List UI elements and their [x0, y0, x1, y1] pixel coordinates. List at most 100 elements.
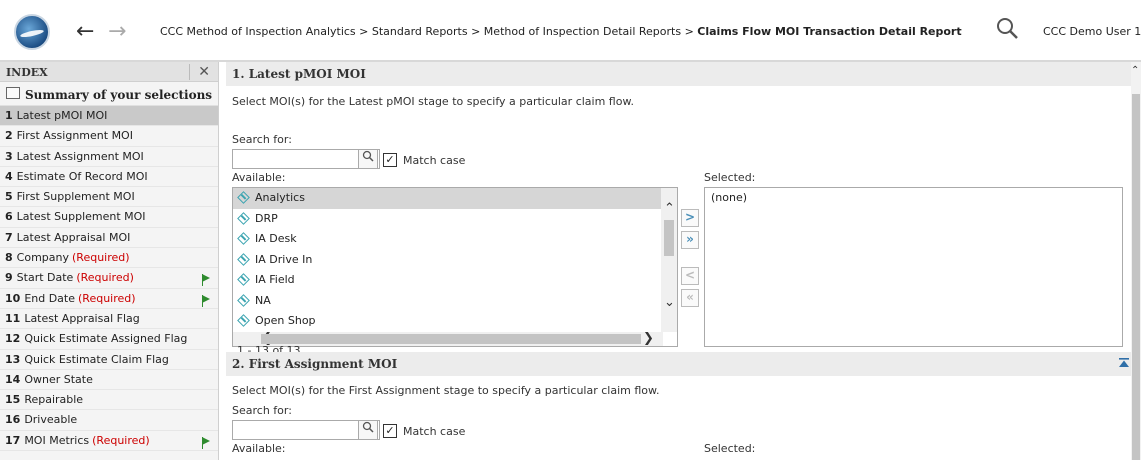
index-item[interactable]: 3 Latest Assignment MOI: [0, 147, 218, 167]
diamond-icon: [237, 293, 250, 307]
match-case-checkbox[interactable]: ✓: [383, 153, 397, 167]
match-case-checkbox-2[interactable]: ✓: [383, 424, 397, 438]
available-option[interactable]: DRP: [233, 209, 663, 230]
index-item-label: Owner State: [24, 372, 93, 386]
index-item[interactable]: 6 Latest Supplement MOI: [0, 207, 218, 228]
available-option-label: NA: [255, 293, 271, 307]
remove-all-button[interactable]: «: [681, 289, 699, 307]
arrow-right-icon[interactable]: →: [108, 19, 126, 44]
summary-link[interactable]: Summary of your selections: [0, 82, 218, 106]
index-item-label: Estimate Of Record MOI: [16, 169, 148, 183]
index-item[interactable]: 11 Latest Appraisal Flag: [0, 309, 218, 330]
scroll-thumb[interactable]: [664, 220, 674, 256]
index-item-number: 6: [5, 210, 13, 224]
search-label-2: Search for:: [232, 404, 292, 417]
close-icon[interactable]: ✕: [189, 64, 210, 80]
section-1-body: Select MOI(s) for the Latest pMOI stage …: [226, 86, 1141, 357]
diamond-icon: [237, 191, 250, 204]
index-item-number: 4: [5, 169, 13, 183]
index-item-number: 1: [5, 109, 13, 122]
arrow-left-icon[interactable]: ←: [76, 19, 94, 44]
main-scrollbar[interactable]: ⌃: [1131, 62, 1141, 460]
main-scroll-thumb[interactable]: [1132, 94, 1140, 460]
index-item[interactable]: 1 Latest pMOI MOI: [0, 106, 218, 127]
index-item-number: 8: [5, 251, 13, 265]
diamond-icon: [237, 252, 250, 266]
summary-icon: [6, 87, 20, 99]
search-button[interactable]: [358, 149, 378, 169]
index-list: 1 Latest pMOI MOI 2 First Assignment MOI 3 La…: [0, 106, 218, 452]
index-item-label: Start Date: [16, 271, 74, 285]
selected-none: (none): [711, 191, 748, 204]
user-name[interactable]: CCC Demo User 1: [1043, 25, 1141, 38]
section-2-body: Select MOI(s) for the First Assignment s…: [226, 376, 1141, 460]
index-panel: INDEX ✕ Summary of your selections 1 Late…: [0, 62, 219, 460]
index-item[interactable]: 13 Quick Estimate Claim Flag: [0, 350, 218, 370]
index-title: INDEX: [6, 66, 48, 79]
summary-label[interactable]: Summary of your selections: [25, 88, 212, 102]
index-item[interactable]: 2 First Assignment MOI: [0, 126, 218, 147]
index-item-number: 2: [5, 129, 13, 143]
breadcrumb[interactable]: CCC Method of Inspection Analytics > Sta…: [160, 25, 962, 38]
scroll-down-icon[interactable]: ⌄: [664, 296, 675, 310]
hscroll-thumb[interactable]: [261, 334, 641, 344]
index-item[interactable]: 14 Owner State: [0, 370, 218, 391]
available-option[interactable]: IA Drive In: [233, 250, 663, 271]
available-option[interactable]: IA Field: [233, 270, 663, 291]
index-item-label: MOI Metrics: [24, 433, 90, 447]
search-icon: [362, 150, 374, 162]
available-option-label: IA Field: [255, 273, 295, 286]
breadcrumb-path[interactable]: CCC Method of Inspection Analytics > Sta…: [160, 25, 697, 38]
index-item[interactable]: 8 Company (Required): [0, 248, 218, 269]
index-header: INDEX ✕: [0, 62, 218, 82]
index-item[interactable]: 9 Start Date (Required): [0, 268, 218, 289]
ccc-logo[interactable]: [14, 14, 50, 50]
match-case-label: Match case: [403, 154, 466, 167]
diamond-icon: [237, 314, 250, 327]
add-button[interactable]: >: [681, 209, 699, 227]
search-button-2[interactable]: [358, 420, 378, 440]
search-icon[interactable]: [995, 16, 1021, 42]
available-option[interactable]: Analytics: [233, 188, 663, 209]
scroll-right-icon[interactable]: ❯: [643, 332, 654, 346]
index-item[interactable]: 4 Estimate Of Record MOI: [0, 167, 218, 188]
user-menu[interactable]: CCC Demo User 1 ▾: [1043, 25, 1141, 38]
index-item[interactable]: 12 Quick Estimate Assigned Flag: [0, 329, 218, 350]
index-item-number: 5: [5, 190, 13, 204]
index-item-label: First Assignment MOI: [16, 129, 133, 143]
collapse-icon[interactable]: [1119, 358, 1129, 368]
selected-label-2: Selected:: [704, 442, 756, 455]
available-option-label: Open Shop: [255, 314, 316, 327]
available-vscroll[interactable]: ⌃ ⌄: [661, 188, 677, 332]
index-item[interactable]: 16 Driveable: [0, 410, 218, 431]
index-item[interactable]: 17 MOI Metrics (Required): [0, 431, 218, 452]
remove-button[interactable]: <: [681, 267, 699, 285]
index-item-label: Quick Estimate Claim Flag: [24, 352, 169, 366]
search-icon: [362, 421, 374, 433]
scroll-up-icon[interactable]: ⌃: [664, 202, 675, 216]
index-item[interactable]: 7 Latest Appraisal MOI: [0, 228, 218, 249]
selected-label: Selected:: [704, 171, 756, 184]
available-option[interactable]: NA: [233, 291, 663, 312]
available-listbox[interactable]: Analytics DRP IA Desk IA Drive In IA Field NA…: [232, 187, 678, 347]
index-item-label: End Date: [24, 291, 76, 305]
index-item-number: 16: [5, 413, 21, 427]
section-1-header: 1. Latest pMOI MOI: [226, 62, 1141, 86]
index-item-label: Driveable: [24, 413, 78, 427]
add-all-button[interactable]: »: [681, 231, 699, 249]
selected-listbox[interactable]: (none): [704, 187, 1123, 347]
flag-icon: [202, 294, 210, 307]
top-bar: ← → CCC Method of Inspection Analytics >…: [0, 0, 1141, 62]
index-item[interactable]: 5 First Supplement MOI: [0, 187, 218, 208]
available-option[interactable]: IA Desk: [233, 229, 663, 250]
index-item[interactable]: 10 End Date (Required): [0, 289, 218, 309]
index-item-label: Quick Estimate Assigned Flag: [24, 332, 188, 346]
flag-icon: [202, 274, 210, 287]
diamond-icon: [237, 273, 250, 286]
available-option-label: DRP: [255, 211, 278, 225]
index-item-number: 9: [5, 271, 13, 285]
match-case-label-2: Match case: [403, 425, 466, 438]
scroll-up-icon[interactable]: ⌃: [1131, 64, 1139, 78]
available-option[interactable]: Open Shop: [233, 311, 663, 332]
index-item[interactable]: 15 Repairable: [0, 390, 218, 411]
